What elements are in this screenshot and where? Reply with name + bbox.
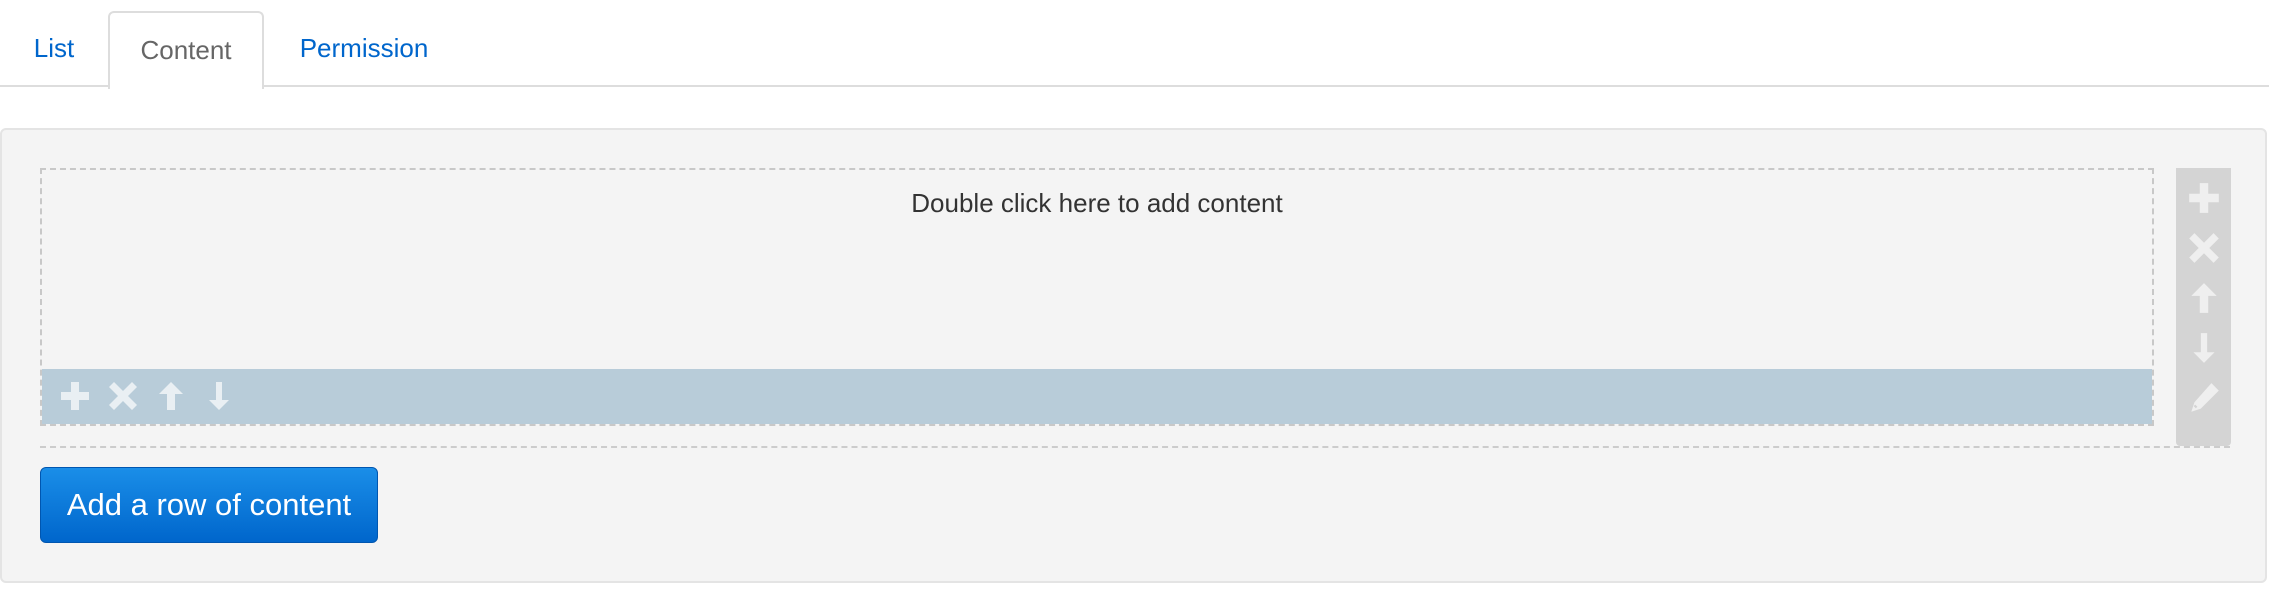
tab-list[interactable]: List [0, 11, 108, 87]
close-icon[interactable] [2186, 230, 2222, 266]
tab-content[interactable]: Content [108, 11, 264, 89]
arrow-down-icon[interactable] [2186, 330, 2222, 366]
plus-icon[interactable] [2186, 180, 2222, 216]
content-panel: Double click here to add content Add a r… [0, 128, 2267, 583]
content-row: Double click here to add content [40, 168, 2231, 448]
plus-icon[interactable] [58, 379, 92, 413]
close-icon[interactable] [106, 379, 140, 413]
arrow-up-icon[interactable] [154, 379, 188, 413]
tab-bar: List Content Permission [0, 0, 2269, 89]
arrow-down-icon[interactable] [202, 379, 236, 413]
pencil-icon[interactable] [2186, 380, 2222, 416]
block-toolbar [42, 369, 2152, 424]
tab-permission[interactable]: Permission [264, 11, 464, 87]
add-content-hint: Double click here to add content [911, 188, 1283, 218]
content-block[interactable]: Double click here to add content [40, 168, 2154, 426]
arrow-up-icon[interactable] [2186, 280, 2222, 316]
row-toolbar [2176, 168, 2231, 446]
add-row-button[interactable]: Add a row of content [40, 467, 378, 543]
